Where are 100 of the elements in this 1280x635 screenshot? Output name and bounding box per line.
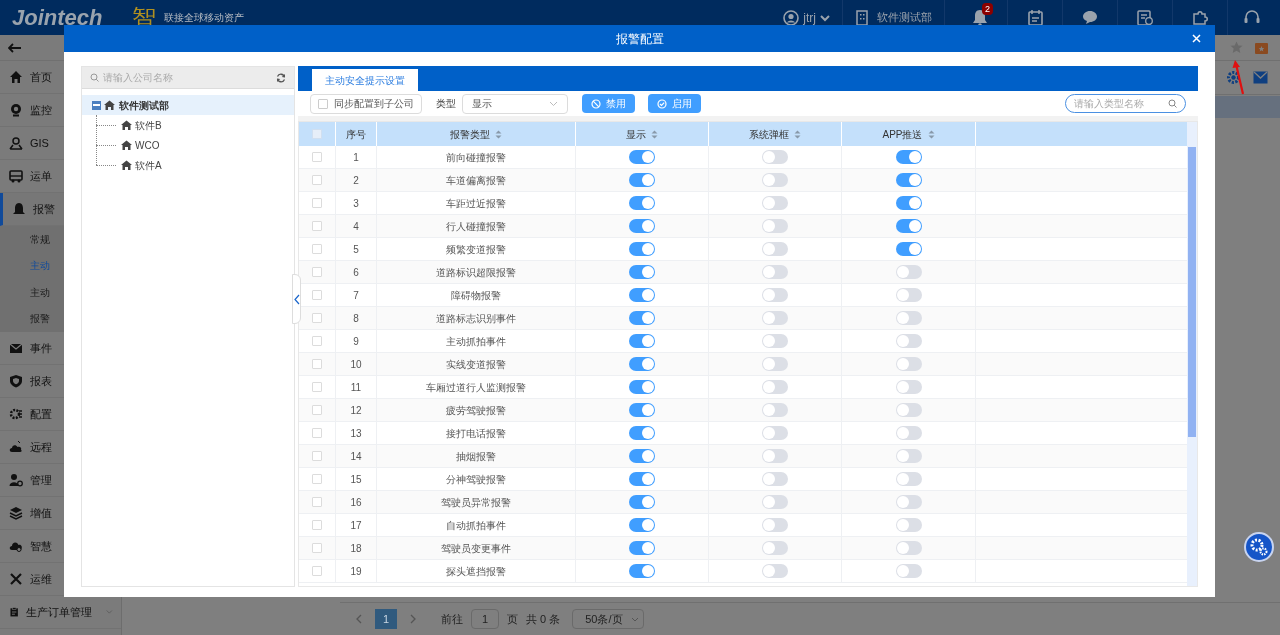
toggle-switch[interactable] [895, 518, 922, 532]
row-checkbox[interactable] [312, 566, 322, 576]
row-checkbox[interactable] [312, 451, 322, 461]
toggle-switch[interactable] [762, 449, 788, 463]
tree-node[interactable]: 软件A [119, 157, 164, 173]
next-page-icon[interactable] [409, 614, 417, 624]
row-checkbox[interactable] [312, 359, 322, 369]
toggle-switch[interactable] [895, 334, 922, 348]
toggle-switch[interactable] [762, 196, 788, 210]
toggle-switch[interactable] [895, 311, 922, 325]
row-checkbox[interactable] [312, 267, 322, 277]
toggle-switch[interactable] [895, 357, 922, 371]
toggle-switch[interactable] [895, 288, 922, 302]
bell-icon[interactable] [972, 8, 988, 27]
chat-icon[interactable] [1082, 10, 1098, 25]
row-checkbox[interactable] [312, 221, 322, 231]
toggle-switch[interactable] [895, 564, 922, 578]
submenu-item[interactable]: 报警 [30, 311, 50, 327]
row-checkbox[interactable] [312, 428, 322, 438]
puzzle-icon[interactable] [1191, 9, 1209, 26]
toggle-switch[interactable] [629, 541, 655, 555]
folder-icon[interactable] [1255, 41, 1268, 54]
toggle-switch[interactable] [895, 150, 922, 164]
caret-icon[interactable] [820, 13, 830, 22]
sort-icon[interactable] [794, 129, 801, 139]
previous-page-icon[interactable] [355, 614, 363, 624]
toggle-switch[interactable] [629, 242, 655, 256]
gear-icon[interactable] [1226, 70, 1241, 85]
toggle-switch[interactable] [629, 518, 655, 532]
toggle-switch[interactable] [895, 173, 922, 187]
sort-icon[interactable] [495, 129, 502, 139]
toggle-switch[interactable] [895, 541, 922, 555]
toggle-switch[interactable] [895, 380, 922, 394]
toggle-switch[interactable] [629, 311, 655, 325]
toggle-switch[interactable] [762, 518, 788, 532]
back-arrow-icon[interactable] [8, 42, 22, 53]
toggle-switch[interactable] [895, 426, 922, 440]
toggle-switch[interactable] [762, 357, 788, 371]
toggle-switch[interactable] [762, 541, 788, 555]
toggle-switch[interactable] [629, 449, 655, 463]
toggle-switch[interactable] [762, 242, 788, 256]
row-checkbox[interactable] [312, 152, 322, 162]
toggle-switch[interactable] [762, 173, 788, 187]
headset-icon[interactable] [1243, 9, 1261, 26]
sort-icon[interactable] [927, 129, 935, 139]
close-icon[interactable] [1192, 34, 1201, 43]
toggle-switch[interactable] [762, 380, 788, 394]
toggle-switch[interactable] [629, 219, 655, 233]
tree-node[interactable]: 软件测试部 [82, 95, 294, 115]
toggle-switch[interactable] [629, 150, 655, 164]
toggle-switch[interactable] [629, 426, 655, 440]
tree-node[interactable]: WCO [119, 137, 162, 153]
toggle-switch[interactable] [629, 472, 655, 486]
type-search-input[interactable]: 请输入类型名称 [1074, 96, 1168, 111]
toggle-switch[interactable] [762, 426, 788, 440]
company-name[interactable]: 软件测试部 [877, 9, 932, 26]
row-checkbox[interactable] [312, 405, 322, 415]
toggle-switch[interactable] [629, 357, 655, 371]
toggle-switch[interactable] [762, 150, 788, 164]
row-checkbox[interactable] [312, 290, 322, 300]
toggle-switch[interactable] [762, 311, 788, 325]
sort-icon[interactable] [651, 129, 658, 139]
row-checkbox[interactable] [312, 336, 322, 346]
toggle-switch[interactable] [762, 265, 788, 279]
toggle-switch[interactable] [629, 380, 655, 394]
calendar-plus-icon[interactable] [1137, 9, 1153, 26]
page-number[interactable]: 1 [375, 609, 397, 629]
refresh-icon[interactable] [276, 72, 286, 83]
row-checkbox[interactable] [312, 382, 322, 392]
toggle-switch[interactable] [895, 449, 922, 463]
toggle-switch[interactable] [629, 495, 655, 509]
toggle-switch[interactable] [895, 403, 922, 417]
mail-icon[interactable] [1253, 71, 1268, 84]
toggle-switch[interactable] [762, 288, 788, 302]
toggle-switch[interactable] [762, 403, 788, 417]
building-icon[interactable] [855, 9, 869, 26]
toggle-switch[interactable] [895, 472, 922, 486]
header-checkbox[interactable] [312, 129, 322, 139]
toggle-switch[interactable] [762, 495, 788, 509]
toggle-switch[interactable] [895, 219, 922, 233]
toggle-switch[interactable] [629, 334, 655, 348]
enable-button[interactable]: 启用 [648, 94, 701, 113]
calendar-icon[interactable] [1027, 9, 1043, 26]
row-checkbox[interactable] [312, 198, 322, 208]
goto-page-field[interactable]: 1 [471, 609, 499, 629]
toggle-switch[interactable] [895, 495, 922, 509]
toggle-switch[interactable] [895, 196, 922, 210]
toggle-switch[interactable] [629, 288, 655, 302]
row-checkbox[interactable] [312, 520, 322, 530]
toggle-icon[interactable] [92, 100, 101, 110]
sync-checkbox[interactable]: 同步配置到子公司 [310, 93, 422, 114]
scrollbar[interactable] [1187, 122, 1197, 586]
tab[interactable]: 主动安全提示设置 [312, 69, 418, 91]
toggle-switch[interactable] [762, 219, 788, 233]
collapse-handle[interactable] [292, 274, 301, 324]
toggle-switch[interactable] [629, 265, 655, 279]
row-checkbox[interactable] [312, 175, 322, 185]
user-name[interactable]: jtrj [803, 8, 816, 27]
tree-node[interactable]: 软件B [119, 117, 164, 133]
page-size-select[interactable]: 50条/页 [572, 609, 645, 629]
